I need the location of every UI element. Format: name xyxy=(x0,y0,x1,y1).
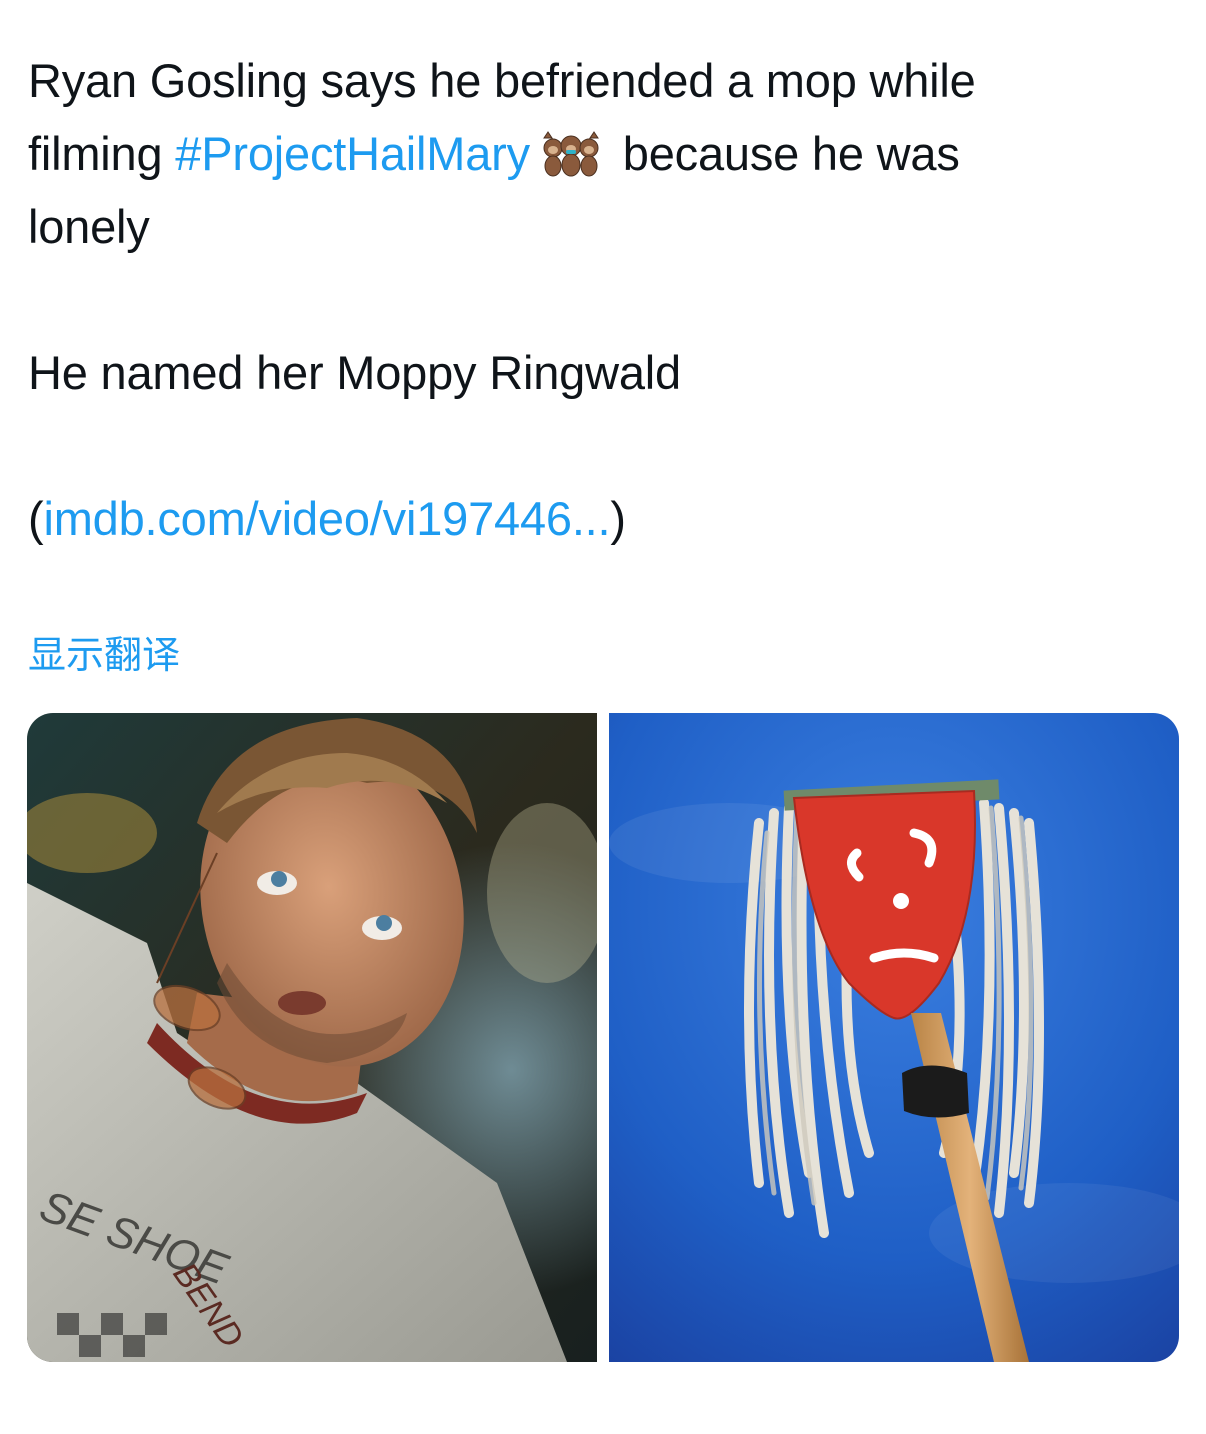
tweet-line-4: He named her Moppy Ringwald xyxy=(28,346,681,399)
link-open-paren: ( xyxy=(28,492,44,545)
tweet-line-2: filming #ProjectHailMary because he was xyxy=(28,117,1178,190)
mop-illustration xyxy=(609,713,1179,1362)
hashtag-link[interactable]: #ProjectHailMary xyxy=(175,127,530,180)
tweet-line-2-start: filming xyxy=(28,127,176,180)
three-monkeys-emoji-icon xyxy=(542,131,599,177)
photo-moppy-ringwald[interactable] xyxy=(609,713,1179,1362)
tweet-link-line: (imdb.com/video/vi197446...) xyxy=(28,482,1178,555)
show-translation-link[interactable]: 显示翻译 xyxy=(28,630,180,680)
portrait-illustration: SE SHOE BEND xyxy=(27,713,597,1362)
imdb-link[interactable]: imdb.com/video/vi197446... xyxy=(43,492,610,545)
tweet-text: Ryan Gosling says he befriended a mop wh… xyxy=(28,44,1178,555)
tweet-line-2-end: because he was xyxy=(609,127,960,180)
link-close-paren: ) xyxy=(610,492,626,545)
tweet-line-1: Ryan Gosling says he befriended a mop wh… xyxy=(28,54,976,107)
tweet-line-3: lonely xyxy=(28,200,150,253)
photo-ryan-gosling[interactable]: SE SHOE BEND xyxy=(27,713,597,1362)
tweet-media: SE SHOE BEND xyxy=(27,713,1179,1362)
